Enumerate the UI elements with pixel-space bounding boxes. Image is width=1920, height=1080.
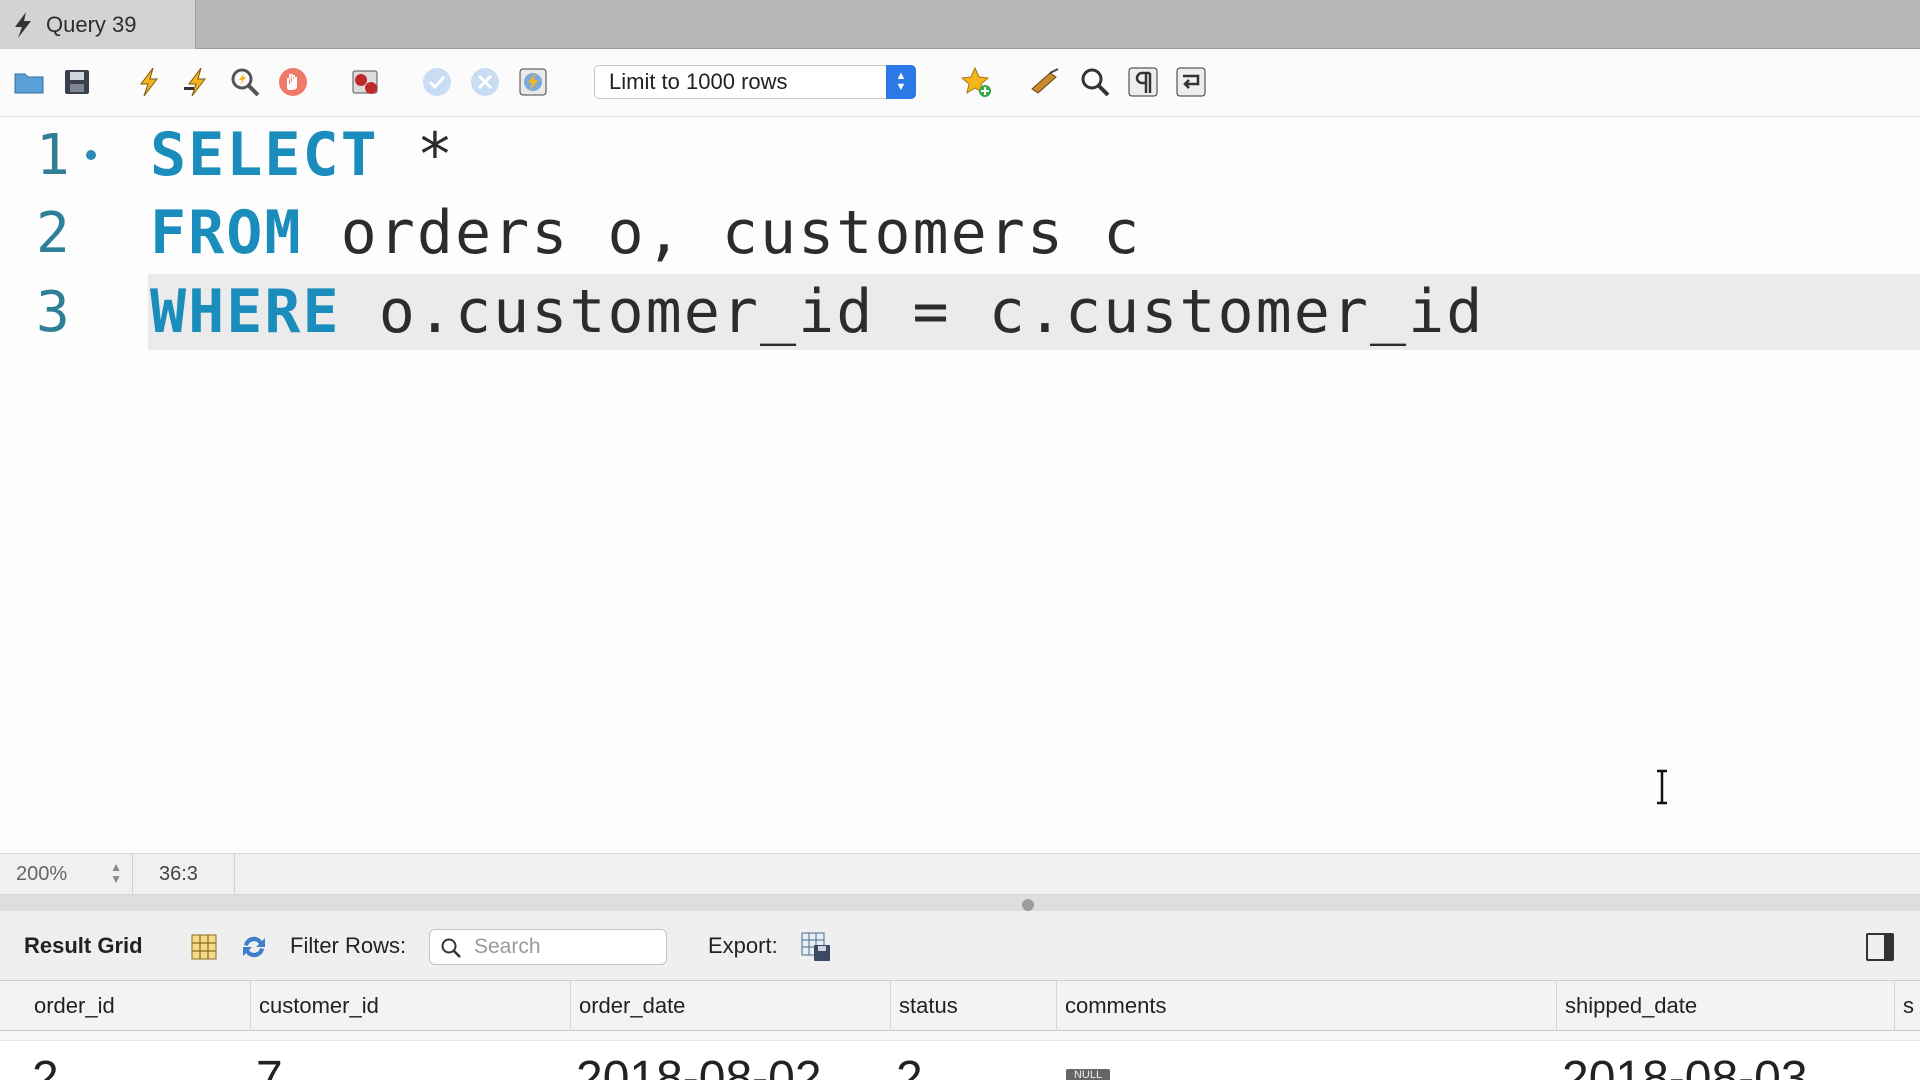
table-cell[interactable]: 2018-08-02 [576, 1051, 822, 1080]
execute-icon[interactable] [130, 63, 168, 101]
sql-text: orders o, customers c [302, 198, 1142, 268]
table-cell[interactable]: 7 [256, 1051, 283, 1080]
column-header[interactable]: shipped_date [1556, 981, 1896, 1031]
filter-search-input[interactable]: Search [429, 929, 667, 965]
open-folder-icon[interactable] [10, 63, 48, 101]
autocommit-icon[interactable] [514, 63, 552, 101]
editor-line: 3 WHERE o.customer_id = c.customer_id [0, 274, 1920, 350]
editor-line: 2 FROM orders o, customers c [0, 195, 1920, 271]
splitter-grip-icon[interactable] [1022, 899, 1034, 911]
result-toolbar: Result Grid Filter Rows: Search Export: [0, 911, 1920, 981]
search-placeholder: Search [474, 935, 541, 958]
rollback-icon[interactable] [466, 63, 504, 101]
code-text: SELECT * [150, 120, 455, 190]
sql-text: * [378, 120, 455, 190]
filter-rows-label: Filter Rows: [290, 933, 407, 958]
stop-icon[interactable] [274, 63, 312, 101]
refresh-icon[interactable] [238, 931, 270, 963]
invisible-chars-icon[interactable] [1124, 63, 1162, 101]
column-header[interactable]: order_id [26, 981, 252, 1031]
sql-keyword: WHERE [150, 277, 341, 347]
column-header[interactable]: s [1894, 981, 1920, 1031]
line-number: 3 [36, 279, 70, 345]
save-icon[interactable] [58, 63, 96, 101]
cursor-position: 36:3 [133, 854, 235, 894]
export-icon[interactable] [800, 931, 832, 963]
null-badge: NULL [1066, 1069, 1110, 1080]
table-cell[interactable]: 2 [32, 1051, 59, 1080]
limit-rows-select[interactable]: Limit to 1000 rows ▲ ▼ [594, 65, 916, 99]
query-tab[interactable]: Query 39 [0, 0, 196, 49]
query-tab-title: Query 39 [46, 11, 137, 37]
add-snippet-icon[interactable] [958, 63, 996, 101]
sql-keyword: SELECT [150, 120, 379, 190]
panel-splitter[interactable] [0, 895, 1920, 911]
sql-editor[interactable]: 1 SELECT * 2 FROM orders o, customers c … [0, 117, 1920, 853]
execute-current-icon[interactable] [178, 63, 216, 101]
line-number: 2 [36, 200, 70, 266]
find-icon[interactable] [1076, 63, 1114, 101]
search-icon [441, 938, 461, 958]
column-header[interactable]: order_date [570, 981, 892, 1031]
beautify-icon[interactable] [1026, 63, 1064, 101]
column-header[interactable]: status [890, 981, 1058, 1031]
result-grid-title: Result Grid [24, 933, 143, 958]
editor-status-bar: 200% ▲ ▼ 36:3 [0, 853, 1920, 895]
explain-icon[interactable] [226, 63, 264, 101]
code-text: WHERE o.customer_id = c.customer_id [150, 277, 1484, 347]
table-row[interactable] [0, 1031, 1920, 1041]
grid-columns-icon[interactable] [188, 931, 220, 963]
toggle-error-icon[interactable] [346, 63, 384, 101]
editor-toolbar: Limit to 1000 rows ▲ ▼ [0, 49, 1920, 117]
table-cell[interactable]: 2 [896, 1051, 923, 1080]
export-label: Export: [708, 933, 778, 958]
sql-keyword: FROM [150, 198, 303, 268]
result-grid-body[interactable]: 2 7 2018-08-02 2 NULL 2018-08-03 [0, 1031, 1920, 1080]
commit-icon[interactable] [418, 63, 456, 101]
statement-marker [86, 150, 96, 160]
select-stepper-icon: ▲ ▼ [886, 65, 916, 99]
zoom-level: 200% [16, 862, 68, 885]
table-cell[interactable]: 2018-08-03 [1562, 1051, 1808, 1080]
wrap-lines-icon[interactable] [1172, 63, 1210, 101]
side-panel-toggle-icon[interactable] [1866, 933, 1894, 961]
text-cursor-icon [1657, 769, 1667, 805]
limit-rows-label: Limit to 1000 rows [609, 69, 788, 94]
stepper-arrows-icon[interactable]: ▲ ▼ [110, 861, 122, 885]
bolt-icon [15, 11, 31, 38]
editor-line: 1 SELECT * [0, 117, 1920, 193]
column-header[interactable]: comments [1056, 981, 1558, 1031]
code-text: FROM orders o, customers c [150, 198, 1141, 268]
result-grid-header: order_id customer_id order_date status c… [0, 981, 1920, 1031]
sql-text: o.customer_id = c.customer_id [340, 277, 1485, 347]
zoom-stepper[interactable]: 200% ▲ ▼ [0, 854, 133, 894]
column-header[interactable]: customer_id [250, 981, 572, 1031]
tab-bar: Query 39 [0, 0, 1920, 49]
